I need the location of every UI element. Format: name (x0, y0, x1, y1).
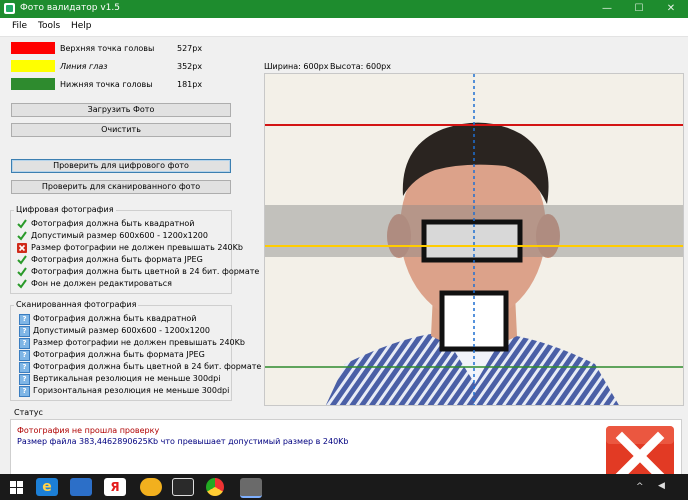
question-icon: ? (19, 362, 30, 373)
digital-check-text: Фотография должна быть квадратной (31, 219, 195, 228)
minimize-button[interactable]: — (592, 0, 622, 18)
status-title: Статус (12, 408, 45, 417)
check-icon (17, 267, 27, 277)
photo-width-label: Ширина: 600px (264, 62, 329, 71)
check-icon (17, 231, 27, 241)
question-icon: ? (19, 326, 30, 337)
check-scanned-button[interactable]: Проверить для сканированного фото (11, 180, 231, 194)
window-title: Фото валидатор v1.5 (20, 3, 120, 13)
check-icon (17, 279, 27, 289)
tray-chevron-icon[interactable]: ^ (636, 482, 644, 492)
photo-height-label: Высота: 600px (330, 62, 391, 71)
digital-check-text: Фон не должен редактироваться (31, 279, 172, 288)
question-icon: ? (19, 338, 30, 349)
check-digital-button[interactable]: Проверить для цифрового фото (11, 159, 231, 173)
scanned-check-text: Фотография должна быть формата JPEG (33, 350, 205, 359)
eye-line-swatch (11, 60, 55, 72)
ie-icon[interactable]: e (36, 478, 58, 496)
question-icon: ? (19, 350, 30, 361)
load-photo-button[interactable]: Загрузить Фото (11, 103, 231, 117)
menu-bar: File Tools Help (0, 18, 688, 37)
chrome-icon[interactable] (206, 478, 224, 496)
bottom-head-swatch (11, 78, 55, 90)
digital-check-text: Допустимый размер 600x600 - 1200x1200 (31, 231, 208, 240)
digital-check-text: Фотография должна быть цветной в 24 бит.… (31, 267, 260, 276)
scanned-check-text: Допустимый размер 600x600 - 1200x1200 (33, 326, 210, 335)
close-button[interactable]: ✕ (656, 0, 686, 18)
error-large-icon (606, 426, 674, 480)
person-photo (265, 74, 683, 405)
clear-button[interactable]: Очистить (11, 123, 231, 137)
photo-preview (264, 73, 684, 406)
legend-eye-label: Линия глаз (60, 62, 108, 71)
check-icon (17, 219, 27, 229)
speaker-icon[interactable] (70, 478, 92, 496)
question-icon: ? (19, 374, 30, 385)
legend-eye-value: 352px (177, 62, 203, 71)
top-head-swatch (11, 42, 55, 54)
digital-group-title: Цифровая фотография (14, 205, 116, 214)
status-line-error: Фотография не прошла проверку (17, 426, 160, 435)
menu-tools[interactable]: Tools (38, 21, 60, 31)
question-icon: ? (19, 314, 30, 325)
legend-bottom-label: Нижняя точка головы (60, 80, 153, 89)
digital-check-text: Фотография должна быть формата JPEG (31, 255, 203, 264)
check-icon (17, 255, 27, 265)
scanned-check-text: Размер фотографии не должен превышать 24… (33, 338, 245, 347)
error-icon (17, 243, 27, 253)
legend-top-value: 527px (177, 44, 203, 53)
status-line-detail: Размер файла 383,4462890625Kb что превыш… (17, 437, 349, 446)
scanned-check-text: Горизонтальная резолюция не меньше 300dp… (33, 386, 230, 395)
tray-speaker-icon[interactable]: ◀ (658, 481, 665, 491)
digital-check-text: Размер фотографии не должен превышать 24… (31, 243, 243, 252)
app-icon (4, 3, 15, 14)
title-bar: Фото валидатор v1.5 — ☐ ✕ (0, 0, 688, 18)
menu-file[interactable]: File (12, 21, 27, 31)
yandex-icon[interactable]: Я (104, 478, 126, 496)
app-icon[interactable] (140, 478, 162, 496)
maximize-button[interactable]: ☐ (624, 0, 654, 18)
camera-icon[interactable] (240, 478, 262, 498)
legend-bottom-value: 181px (177, 80, 203, 89)
menu-help[interactable]: Help (71, 21, 92, 31)
mail-icon[interactable] (172, 478, 194, 496)
scanned-group-title: Сканированная фотография (14, 300, 139, 309)
taskbar: e Я ^ ◀ (0, 474, 688, 500)
scanned-check-text: Фотография должна быть квадратной (33, 314, 197, 323)
status-panel: Фотография не прошла проверку Размер фай… (10, 419, 682, 480)
legend-top-label: Верхняя точка головы (60, 44, 155, 53)
question-icon: ? (19, 386, 30, 397)
windows-icon[interactable] (10, 481, 23, 494)
scanned-check-text: Фотография должна быть цветной в 24 бит.… (33, 362, 262, 371)
scanned-check-text: Вертикальная резолюция не меньше 300dpi (33, 374, 221, 383)
